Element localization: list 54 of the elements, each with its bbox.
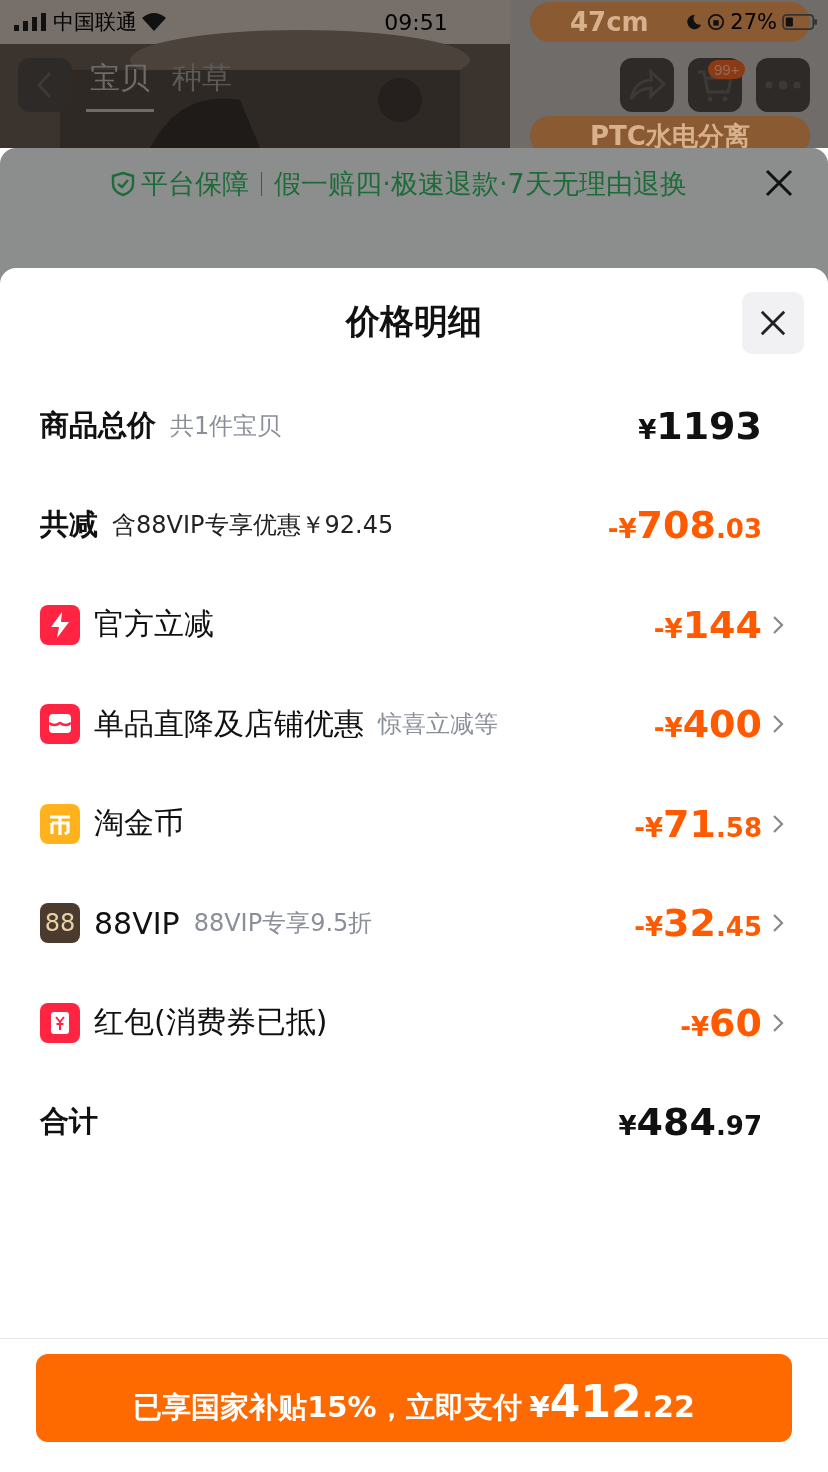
- vip-badge: 88: [40, 903, 80, 944]
- guarantee-title: 平台保障: [141, 167, 250, 201]
- discount-item[interactable]: 官方立减 -¥144: [0, 575, 828, 675]
- close-icon: [764, 168, 794, 198]
- row-label: 商品总价: [40, 406, 156, 444]
- row-label: 88VIP: [94, 905, 180, 941]
- more-button[interactable]: [756, 58, 810, 112]
- lightning-icon: [40, 604, 80, 645]
- amount-text: -¥32.45: [634, 901, 762, 946]
- cart-count-badge: 99+: [708, 60, 746, 79]
- battery-icon: [782, 14, 818, 30]
- amount-text: -¥71.58: [634, 801, 762, 846]
- share-button[interactable]: [620, 58, 674, 112]
- row-label: 淘金币: [94, 804, 184, 843]
- lock-rotation-icon: [707, 13, 726, 31]
- shield-icon: [111, 171, 136, 197]
- row-label: 单品直降及店铺优惠: [94, 704, 364, 743]
- row-note: 含88VIP专享优惠￥92.45: [112, 510, 394, 542]
- amount-text: ¥484.97: [618, 1100, 762, 1145]
- close-icon: [759, 309, 787, 337]
- amount-text: -¥400: [653, 702, 762, 747]
- row-note: 共1件宝贝: [170, 410, 282, 442]
- chevron-icon: [772, 714, 784, 735]
- sheet-title: 价格明细: [346, 300, 482, 343]
- row-note: 88VIP专享9.5折: [193, 908, 373, 940]
- wifi-icon: [142, 13, 166, 31]
- amount-text: -¥144: [653, 602, 762, 647]
- chevron-icon: [772, 913, 784, 934]
- amount-text: -¥60: [680, 1000, 762, 1045]
- clock-time: 09:51: [384, 9, 448, 35]
- store-icon: [40, 704, 80, 745]
- carrier-name: 中国联通: [53, 9, 137, 36]
- discount-item[interactable]: 单品直降及店铺优惠 惊喜立减等 -¥400: [0, 674, 828, 774]
- signal-icon: [14, 13, 48, 31]
- row-label: 官方立减: [94, 605, 214, 644]
- battery-percent: 27%: [730, 10, 777, 34]
- discount-item[interactable]: 红包(消费券已抵) -¥60: [0, 973, 828, 1073]
- coin-icon: [40, 803, 80, 844]
- discount-item[interactable]: 88 88VIP 88VIP专享9.5折 -¥32.45: [0, 873, 828, 973]
- amount-text: ¥1193: [638, 403, 762, 448]
- close-button[interactable]: [764, 168, 794, 198]
- row-label: 合计: [40, 1103, 98, 1141]
- guarantee-text: 假一赔四·极速退款·7天无理由退换: [274, 167, 687, 201]
- row-label: 红包(消费券已抵): [94, 1003, 328, 1042]
- close-button[interactable]: [742, 292, 804, 354]
- chevron-icon: [772, 614, 784, 635]
- amount-text: -¥708.03: [607, 503, 762, 548]
- discount-item[interactable]: 淘金币 -¥71.58: [0, 774, 828, 874]
- chevron-icon: [772, 813, 784, 834]
- row-note: 惊喜立减等: [378, 709, 498, 741]
- chevron-icon: [772, 1012, 784, 1033]
- envelope-icon: [40, 1002, 80, 1043]
- row-label: 共减: [40, 506, 98, 544]
- moon-icon: [684, 13, 703, 31]
